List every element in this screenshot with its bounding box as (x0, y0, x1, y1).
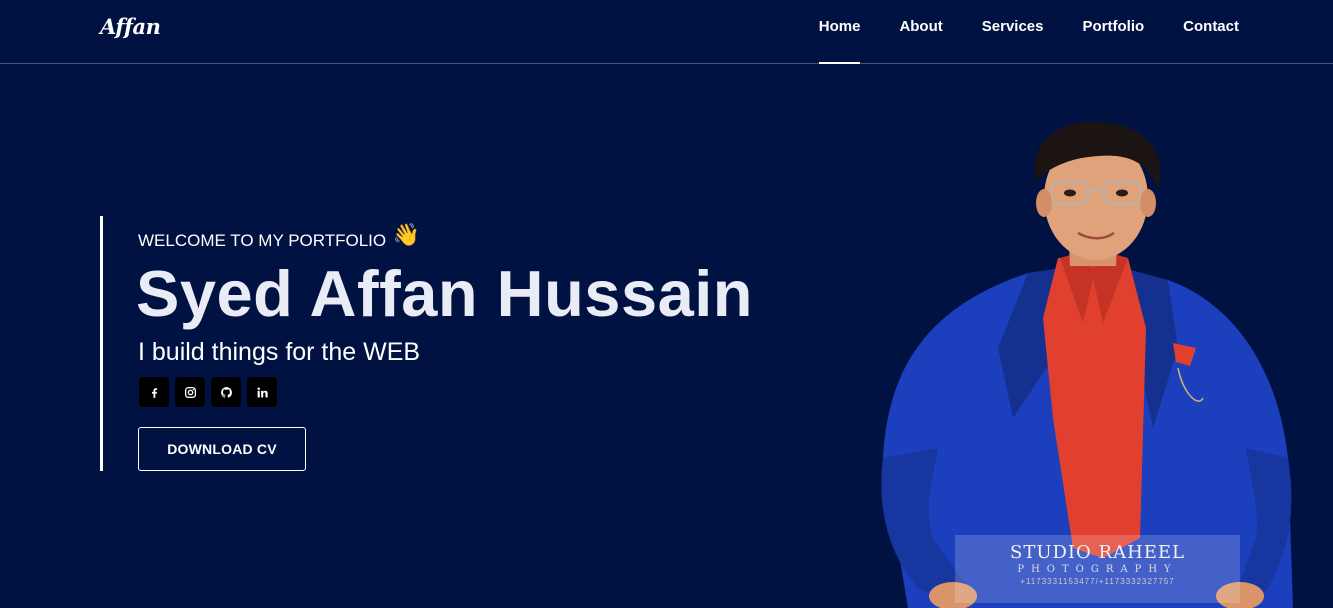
watermark-subtitle: PHOTOGRAPHY (1017, 564, 1178, 575)
photo-watermark: STUDIO RAHEEL PHOTOGRAPHY +1173331153477… (955, 535, 1240, 603)
nav-links: Home About Services Portfolio Contact (780, 0, 1239, 64)
facebook-icon (151, 387, 157, 398)
nav-item-contact[interactable]: Contact (1183, 0, 1239, 63)
social-links (139, 377, 283, 407)
github-link[interactable] (211, 377, 241, 407)
nav-item-home[interactable]: Home (818, 0, 860, 64)
navbar: Affan Home About Services Portfolio Cont… (0, 0, 1333, 64)
nav-item-services[interactable]: Services (982, 0, 1044, 63)
instagram-icon (184, 386, 196, 398)
hero-tagline: I build things for the WEB (138, 338, 421, 366)
linkedin-icon (256, 386, 268, 397)
github-icon (220, 386, 232, 398)
welcome-text: WELCOME TO MY PORTFOLIO (138, 231, 387, 250)
facebook-link[interactable] (139, 377, 169, 407)
instagram-link[interactable] (175, 377, 205, 407)
hero-name: Syed Affan Hussain (136, 257, 754, 330)
watermark-title: STUDIO RAHEEL (1009, 542, 1185, 563)
brand-logo[interactable]: Affan (100, 14, 161, 39)
waving-hand-icon: 👋 (392, 222, 421, 247)
hero-accent-bar (100, 216, 103, 471)
nav-item-about[interactable]: About (899, 0, 942, 63)
linkedin-link[interactable] (247, 377, 277, 407)
welcome-heading: WELCOME TO MY PORTFOLIO 👋 (138, 224, 420, 252)
download-cv-button[interactable]: DOWNLOAD CV (138, 427, 306, 471)
nav-item-portfolio[interactable]: Portfolio (1083, 0, 1145, 63)
watermark-phone: +1173331153477/+1173332327757 (1020, 577, 1175, 586)
